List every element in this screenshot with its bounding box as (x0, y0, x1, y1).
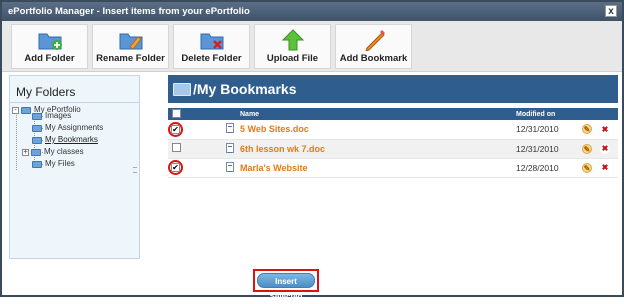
eportfolio-manager-window: ePortfolio Manager - Insert items from y… (0, 0, 624, 301)
highlight-circle: ✔ (168, 121, 183, 137)
delete-x-icon[interactable]: ✖ (600, 124, 610, 135)
insert-selected-button[interactable]: Insert Selected (257, 273, 315, 301)
edit-pencil-icon[interactable]: ✎ (582, 124, 592, 135)
item-name-link[interactable]: 5 Web Sites.doc (240, 124, 309, 134)
modified-date: 12/31/2010 (516, 139, 582, 159)
collapse-toggle[interactable]: - (12, 106, 19, 114)
item-name-link[interactable]: Marla's Website (240, 163, 308, 173)
bookmarks-table: Name Modified on ✔ 5 Web Sites.doc 12/31… (168, 108, 618, 178)
title-bar: ePortfolio Manager - Insert items from y… (2, 2, 622, 21)
edit-pencil-icon[interactable]: ✎ (582, 143, 592, 154)
table-row: ✔ 5 Web Sites.doc 12/31/2010 ✎ ✖ (168, 120, 618, 140)
tree-item-my-classes[interactable]: + My classes (22, 147, 84, 157)
modified-date: 12/31/2010 (516, 120, 582, 140)
add-bookmark-button[interactable]: Add Bookmark (335, 24, 412, 69)
folder-icon (21, 106, 31, 114)
item-name-link[interactable]: 6th lesson wk 7.doc (240, 144, 325, 154)
folders-panel: My Folders - My ePortfolio Images My Assi… (9, 75, 140, 259)
delete-x-icon[interactable]: ✖ (600, 144, 610, 154)
window-title: ePortfolio Manager - Insert items from y… (8, 6, 250, 17)
document-icon (226, 123, 234, 134)
upload-file-button[interactable]: Upload File (254, 24, 331, 69)
upload-file-label: Upload File (266, 53, 319, 64)
delete-folder-button[interactable]: Delete Folder (173, 24, 250, 69)
open-folder-icon (173, 83, 191, 96)
folder-icon (32, 136, 42, 144)
table-row: ✔ Marla's Website 12/28/2010 ✎ ✖ (168, 158, 618, 178)
panel-resize-grip[interactable] (133, 167, 137, 173)
rename-folder-label: Rename Folder (96, 53, 165, 64)
folder-title: /My Bookmarks (193, 81, 297, 97)
insert-highlight-box: Insert Selected (253, 269, 319, 301)
tree-item-my-files[interactable]: My Files (32, 159, 75, 169)
delete-x-icon[interactable]: ✖ (600, 163, 610, 173)
highlight-circle: ✔ (168, 160, 183, 175)
tree-item-images[interactable]: Images (32, 111, 71, 121)
delete-folder-label: Delete Folder (181, 53, 242, 64)
rename-folder-icon (119, 33, 142, 50)
edit-pencil-icon[interactable]: ✎ (582, 162, 592, 173)
table-row: 6th lesson wk 7.doc 12/31/2010 ✎ ✖ (168, 139, 618, 159)
folders-panel-header: My Folders (10, 76, 139, 103)
folder-icon (32, 112, 42, 120)
document-icon (226, 161, 234, 172)
add-folder-button[interactable]: Add Folder (11, 24, 88, 69)
folder-icon (32, 160, 42, 168)
folder-icon (31, 148, 41, 156)
select-all-checkbox[interactable] (172, 108, 181, 118)
folder-title-banner: /My Bookmarks (168, 75, 618, 103)
add-bookmark-label: Add Bookmark (339, 53, 408, 64)
toolbar: Add Folder Rename Folder Delete Folder U… (2, 21, 622, 72)
modified-date: 12/28/2010 (516, 158, 582, 178)
document-icon (226, 142, 234, 153)
add-folder-label: Add Folder (24, 53, 75, 64)
pencil-bookmark-icon (364, 30, 385, 51)
folder-icon (32, 124, 42, 132)
rename-folder-button[interactable]: Rename Folder (92, 24, 169, 69)
column-modified-header: Modified on (516, 110, 556, 118)
row-checkbox[interactable]: ✔ (171, 163, 180, 172)
tree-item-my-bookmarks[interactable]: My Bookmarks (32, 135, 98, 145)
tree-item-my-assignments[interactable]: My Assignments (32, 123, 103, 133)
expand-toggle[interactable]: + (22, 148, 29, 156)
add-folder-icon (38, 33, 62, 50)
delete-folder-icon (200, 33, 223, 50)
upload-arrow-icon (281, 29, 304, 51)
close-button[interactable]: x (605, 5, 617, 17)
table-header: Name Modified on (168, 108, 618, 120)
bookmarks-panel: /My Bookmarks Name Modified on ✔ 5 Web S… (168, 75, 618, 178)
row-checkbox[interactable]: ✔ (171, 124, 180, 134)
row-checkbox[interactable] (172, 143, 181, 152)
column-name-header: Name (240, 110, 260, 118)
